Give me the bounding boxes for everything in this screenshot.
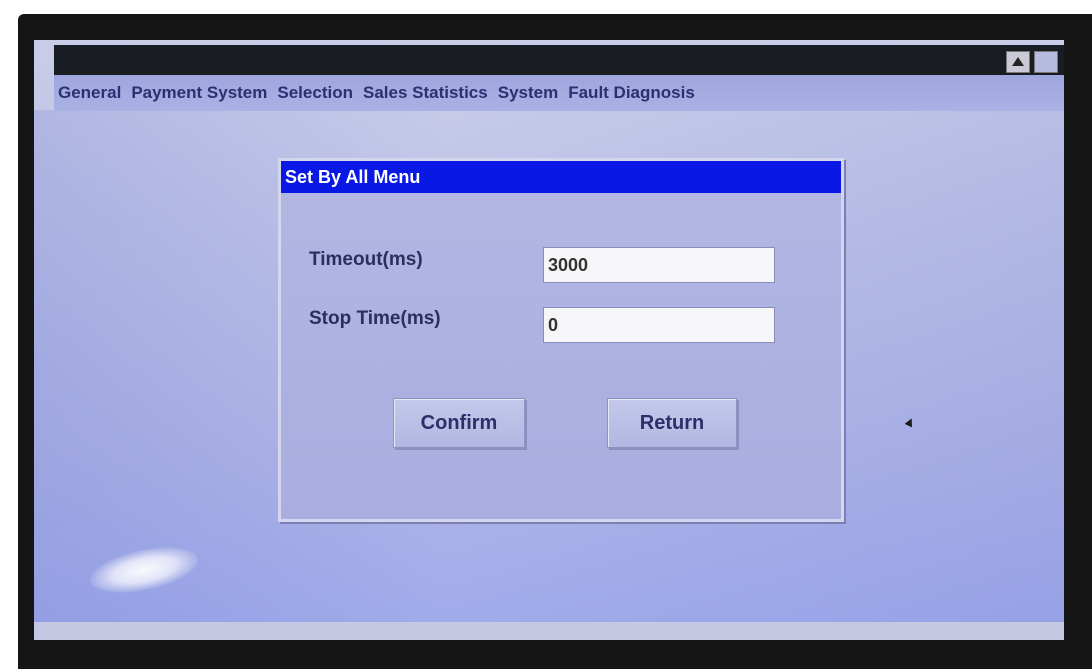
timeout-input[interactable]: 3000: [543, 247, 775, 283]
stop-time-label: Stop Time(ms): [309, 308, 441, 329]
square-icon[interactable]: [1034, 51, 1058, 73]
dialog-title: Set By All Menu: [281, 161, 841, 193]
screen: General Payment System Selection Sales S…: [34, 40, 1064, 640]
window-titlebar: [54, 45, 1064, 75]
menu-item-payment-system[interactable]: Payment System: [131, 83, 267, 103]
menu-item-fault-diagnosis[interactable]: Fault Diagnosis: [568, 83, 695, 103]
return-button[interactable]: Return: [607, 398, 737, 448]
menu-item-system[interactable]: System: [498, 83, 558, 103]
timeout-label: Timeout(ms): [309, 249, 423, 270]
menu-item-general[interactable]: General: [58, 83, 121, 103]
scroll-up-icon[interactable]: [1006, 51, 1030, 73]
menubar: General Payment System Selection Sales S…: [54, 75, 1064, 111]
pointer-cursor-icon: [904, 416, 916, 428]
menu-item-selection[interactable]: Selection: [277, 83, 353, 103]
bottom-strip: [34, 622, 1064, 640]
set-by-all-menu-dialog: Set By All Menu Timeout(ms) 3000 Stop Ti…: [278, 158, 844, 522]
screen-glare: [86, 539, 202, 601]
menu-item-sales-statistics[interactable]: Sales Statistics: [363, 83, 488, 103]
confirm-button[interactable]: Confirm: [393, 398, 525, 448]
stop-time-input[interactable]: 0: [543, 307, 775, 343]
